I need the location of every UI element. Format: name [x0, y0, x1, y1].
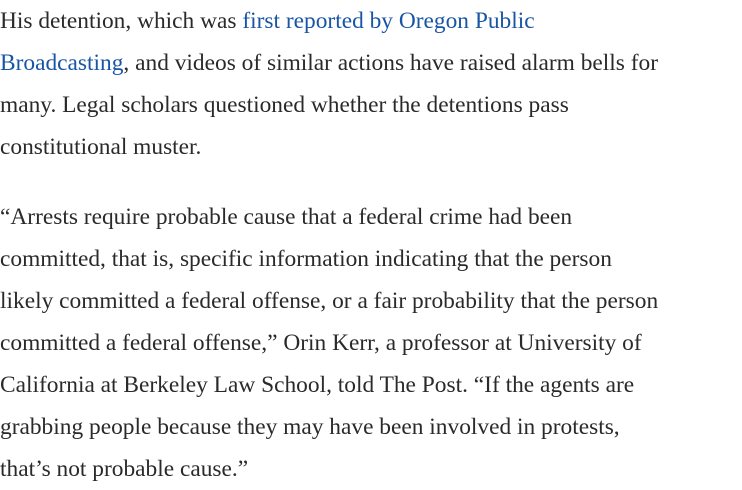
text-line: committed, that is, specific information…	[0, 246, 612, 272]
text-run: His detention, which was	[0, 8, 243, 34]
paragraph-kerr-quote: “Arrests require probable cause that a f…	[0, 196, 742, 490]
text-line: constitutional muster.	[0, 134, 202, 160]
text-line: “Arrests require probable cause that a f…	[0, 204, 573, 230]
paragraph-detention: His detention, which was first reported …	[0, 0, 742, 168]
link-oregon-public-broadcasting-cont[interactable]: Broadcasting	[0, 50, 123, 76]
link-oregon-public-broadcasting[interactable]: first reported by Oregon Public	[242, 8, 534, 34]
text-line: Broadcasting, and videos of similar acti…	[0, 42, 742, 84]
text-line: likely committed a federal offense, or a…	[0, 288, 659, 314]
text-line: California at Berkeley Law School, told …	[0, 372, 635, 398]
text-line: committed a federal offense,” Orin Kerr,…	[0, 330, 642, 356]
text-line: grabbing people because they may have be…	[0, 414, 620, 440]
text-line: many. Legal scholars questioned whether …	[0, 92, 569, 118]
text-run: , and videos of similar actions have rai…	[123, 50, 658, 76]
text-line: His detention, which was first reported …	[0, 0, 742, 42]
